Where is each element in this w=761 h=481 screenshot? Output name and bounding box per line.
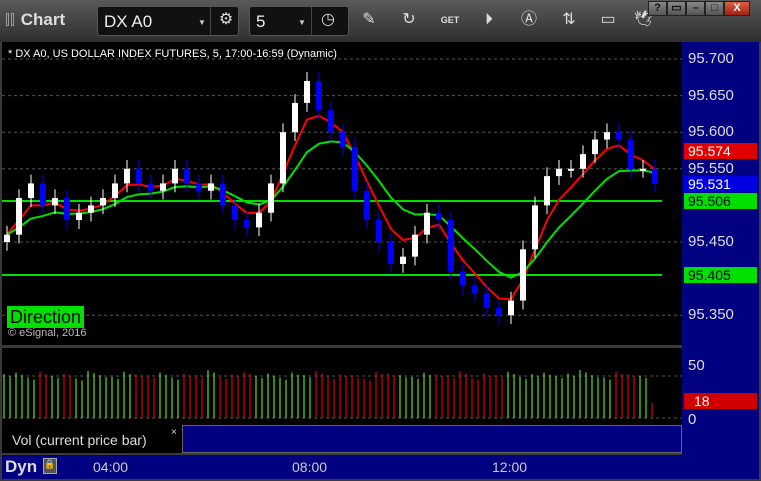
copyright: © eSignal, 2016 (8, 327, 87, 339)
candle-body (268, 183, 274, 213)
candle-body (40, 183, 46, 206)
candle-body (220, 183, 226, 206)
candle-body (292, 102, 298, 133)
candle-body (28, 183, 34, 199)
volume-label: 50 (688, 357, 705, 374)
candle-body (556, 168, 562, 177)
candle-body (316, 80, 322, 111)
candle-body (508, 300, 514, 316)
candle-body (16, 198, 22, 235)
candle-body (496, 307, 502, 316)
candle-body (208, 183, 214, 191)
candle-body (388, 242, 394, 264)
candle-body (412, 234, 418, 257)
candle-body (112, 183, 118, 199)
dynamic-mode[interactable]: Dyn (5, 457, 37, 477)
candle-body (580, 154, 586, 169)
candle-body (424, 212, 430, 235)
candle-body (604, 132, 610, 140)
candle-body (472, 285, 478, 294)
level-tag: 95.405 (684, 267, 757, 283)
time-label: 08:00 (292, 459, 328, 475)
candle-body (568, 168, 574, 171)
candle-body (76, 212, 82, 221)
fast-ma-line (6, 114, 656, 301)
candle-body (88, 205, 94, 213)
study-bar (182, 425, 682, 453)
candle-body (616, 132, 622, 140)
candle-body (340, 132, 346, 147)
candle-body (436, 212, 442, 221)
candle-body (196, 183, 202, 191)
candle-body (64, 198, 70, 221)
candle-body (244, 220, 250, 228)
candle-body (148, 183, 154, 191)
lock-icon[interactable]: 🔒 (43, 458, 57, 474)
candle-body (364, 190, 370, 221)
candle-body (520, 249, 526, 301)
candle-body (544, 176, 550, 206)
fast-ma-tag: 95.574 (684, 143, 757, 159)
candle-body (184, 168, 190, 184)
candle-body (532, 205, 538, 250)
candle-body (652, 168, 658, 184)
candle-body (376, 220, 382, 242)
candle-body (100, 198, 106, 206)
candle-body (352, 146, 358, 191)
candle-body (304, 80, 310, 103)
candle-body (256, 212, 262, 228)
volume-legend: Vol (current price bar) (2, 425, 182, 453)
candle-body (232, 205, 238, 221)
volume-current-tag: 18 (684, 393, 757, 409)
chart-canvas (2, 58, 682, 419)
candle-body (4, 234, 10, 242)
chart-subtitle: * DX A0, US DOLLAR INDEX FUTURES, 5, 17:… (8, 48, 337, 60)
candle-body (640, 168, 646, 171)
volume-label: 0 (688, 411, 697, 428)
close-icon[interactable]: × (171, 427, 177, 438)
price-label: 95.450 (688, 233, 734, 250)
candle-body (400, 256, 406, 264)
candle-body (52, 198, 58, 206)
candle-body (172, 168, 178, 184)
price-label: 95.650 (688, 87, 734, 104)
price-label: 95.350 (688, 306, 734, 323)
slow-ma-line (6, 140, 656, 279)
time-label: 12:00 (492, 459, 528, 475)
direction-label: Direction (7, 306, 85, 328)
candle-body (136, 168, 142, 184)
last-price-tag: 95.531 (684, 176, 757, 192)
price-label: 95.600 (688, 123, 734, 140)
candle-body (328, 110, 334, 133)
candle-body (124, 168, 130, 184)
price-label: 95.550 (688, 160, 734, 177)
candle-body (592, 139, 598, 155)
candle-body (280, 132, 286, 184)
candle-body (460, 271, 466, 286)
candle-body (160, 183, 166, 191)
candle-body (448, 220, 454, 272)
candle-body (628, 139, 634, 169)
time-label: 04:00 (93, 459, 129, 475)
price-label: 95.700 (688, 50, 734, 67)
candle-body (484, 293, 490, 308)
level-tag: 95.506 (684, 193, 757, 209)
